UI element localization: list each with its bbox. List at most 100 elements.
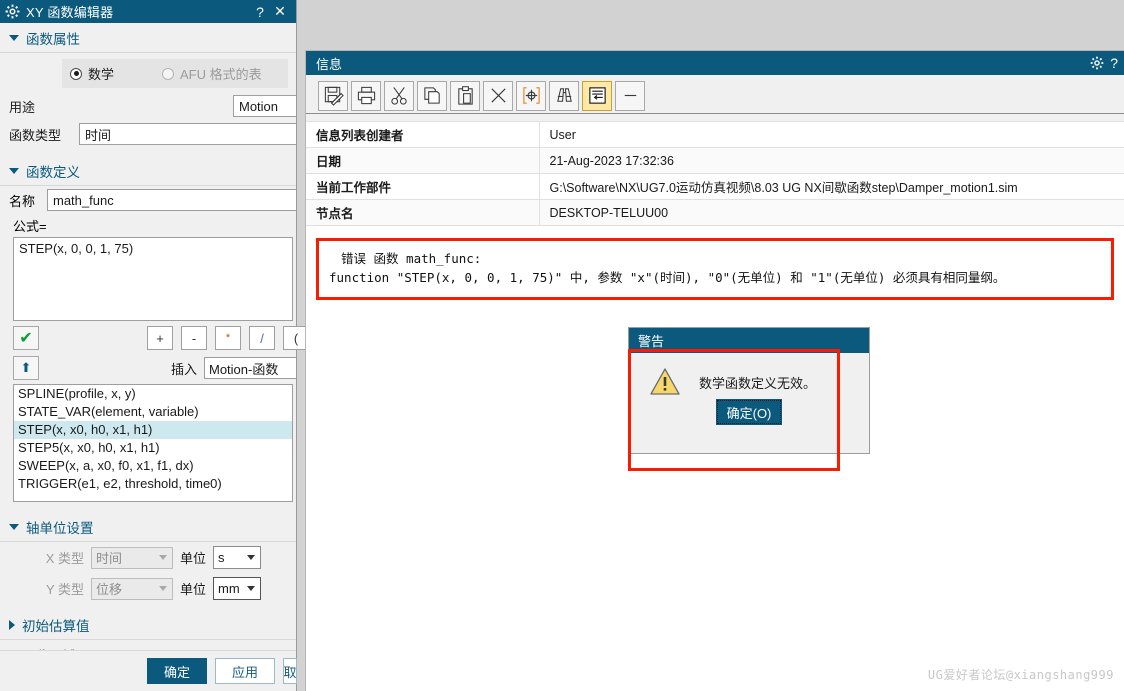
find-binoculars-icon[interactable] [549, 80, 579, 111]
validate-formula-button[interactable]: ✔ [13, 326, 39, 350]
warning-dialog-titlebar: 警告 [629, 328, 869, 353]
watermark: UG爱好者论坛@xiangshang999 [927, 668, 1114, 682]
insert-up-button[interactable]: ⬆ [13, 356, 39, 380]
operator-minus-button[interactable]: - [181, 326, 207, 350]
meta-key: 节点名 [306, 199, 540, 226]
section-initial-estimate[interactable]: 初始估算值 [0, 610, 296, 640]
name-input[interactable]: math_func [47, 189, 296, 211]
information-toolbar [306, 75, 1124, 113]
function-list[interactable]: SPLINE(profile, x, y) STATE_VAR(element,… [13, 384, 293, 502]
copy-icon[interactable] [417, 80, 447, 111]
purpose-label: 用途 [9, 99, 36, 115]
meta-value: DESKTOP-TELUU00 [539, 199, 1124, 226]
gear-icon[interactable] [1090, 56, 1104, 70]
xy-function-editor-window: XY 函数编辑器 ? ✕ 函数属性 数学 AFU 格式的表 用途 Motion … [0, 0, 309, 691]
function-type-radio-group: 数学 AFU 格式的表 [62, 59, 288, 88]
gear-icon [5, 4, 20, 19]
x-type-label: X 类型 [45, 551, 84, 566]
chevron-down-icon [159, 555, 167, 560]
section-initial-estimate-label: 初始估算值 [22, 619, 90, 634]
radio-math-label: 数学 [88, 67, 115, 82]
apply-button[interactable]: 应用 [215, 658, 275, 684]
meta-value: G:\Software\NX\UG7.0运动仿真视频\8.03 UG NX间歇函… [539, 173, 1124, 200]
section-function-properties-label: 函数属性 [26, 32, 80, 47]
y-type-select: 位移 [91, 577, 173, 600]
radio-dot-icon [70, 67, 82, 80]
section-axis-unit-settings-label: 轴单位设置 [26, 521, 94, 536]
help-button[interactable]: ? [250, 4, 270, 20]
error-line-2: function "STEP(x, 0, 0, 1, 75)" 中, 参数 "x… [329, 270, 1006, 285]
operator-divide-button[interactable]: / [249, 326, 275, 350]
information-titlebar: 信息 ? [306, 51, 1124, 75]
purpose-combo[interactable]: Motion [233, 95, 296, 117]
chevron-down-icon [9, 35, 19, 41]
warning-ok-button[interactable]: 确定(O) [716, 399, 782, 425]
formula-textarea[interactable]: STEP(x, 0, 0, 1, 75) [13, 237, 293, 321]
operator-multiply-button[interactable]: * [215, 326, 241, 350]
check-icon: ✔ [19, 330, 33, 347]
function-definition-panel: 名称 math_func 公式= STEP(x, 0, 0, 1, 75) ✔ … [0, 186, 309, 512]
operator-button-row: ✔ + - * / ( [0, 321, 309, 354]
operator-plus-button[interactable]: + [147, 326, 173, 350]
purpose-row: 用途 Motion [0, 92, 296, 120]
table-row: 日期 21-Aug-2023 17:32:36 [306, 147, 1124, 174]
help-button[interactable]: ? [1110, 55, 1118, 71]
paste-icon[interactable] [450, 80, 480, 111]
x-type-select: 时间 [91, 546, 173, 569]
list-item[interactable]: STEP5(x, x0, h0, x1, h1) [14, 439, 292, 457]
cut-icon[interactable] [384, 80, 414, 111]
error-message-box: 错误 函数 math_func: function "STEP(x, 0, 0,… [316, 238, 1114, 300]
close-button[interactable]: ✕ [270, 3, 290, 20]
information-meta-table: 信息列表创建者 User 日期 21-Aug-2023 17:32:36 当前工… [306, 122, 1124, 226]
table-row: 信息列表创建者 User [306, 122, 1124, 148]
delete-icon[interactable] [483, 80, 513, 111]
meta-key: 当前工作部件 [306, 173, 540, 200]
function-type-label: 函数类型 [9, 127, 62, 143]
select-target-icon[interactable] [516, 80, 546, 111]
meta-value: 21-Aug-2023 17:32:36 [539, 147, 1124, 174]
section-axis-unit-settings[interactable]: 轴单位设置 [0, 512, 296, 542]
meta-key: 信息列表创建者 [306, 122, 540, 148]
warning-dialog: 警告 数学函数定义无效。 确定(O) [628, 327, 870, 454]
x-unit-label: 单位 [180, 551, 207, 566]
error-message-wrapper: 错误 函数 math_func: function "STEP(x, 0, 0,… [316, 238, 1114, 300]
word-wrap-icon[interactable] [582, 80, 612, 111]
save-as-icon[interactable] [318, 80, 348, 111]
function-type-combo[interactable]: 时间 [79, 123, 296, 145]
radio-dot-icon [162, 67, 175, 80]
radio-afu-table: AFU 格式的表 [162, 64, 262, 83]
list-item[interactable]: SWEEP(x, a, x0, f0, x1, f1, dx) [14, 457, 292, 475]
axis-unit-panel: X 类型 时间 单位 s Y 类型 位移 单位 mm [0, 542, 296, 610]
x-type-value: 时间 [96, 551, 123, 566]
name-label: 名称 [9, 193, 36, 209]
ok-button[interactable]: 确定 [147, 658, 207, 684]
function-type-row: 函数类型 时间 [0, 120, 296, 148]
meta-key: 日期 [306, 147, 540, 174]
list-item[interactable]: TRIGGER(e1, e2, threshold, time0) [14, 475, 292, 493]
chevron-down-icon [9, 168, 19, 174]
chevron-down-icon [9, 524, 19, 530]
meta-value: User [539, 122, 1124, 148]
section-function-definition-label: 函数定义 [26, 165, 80, 180]
minimize-icon[interactable] [615, 80, 645, 111]
x-axis-row: X 类型 时间 单位 s [0, 542, 296, 573]
y-type-value: 位移 [96, 582, 123, 597]
section-function-definition[interactable]: 函数定义 [0, 156, 296, 186]
section-function-properties[interactable]: 函数属性 [0, 23, 296, 53]
print-icon[interactable] [351, 80, 381, 111]
insert-category-combo[interactable]: Motion-函数 [204, 357, 296, 379]
list-item[interactable]: SPLINE(profile, x, y) [14, 385, 292, 403]
radio-math[interactable]: 数学 [70, 64, 114, 83]
y-unit-label: 单位 [180, 582, 207, 597]
list-item[interactable]: STATE_VAR(element, variable) [14, 403, 292, 421]
y-unit-select[interactable]: mm [213, 577, 262, 600]
xy-editor-title: XY 函数编辑器 [26, 5, 114, 20]
x-unit-select[interactable]: s [213, 546, 262, 569]
information-title: 信息 [316, 56, 343, 72]
screen: XY 函数编辑器 ? ✕ 函数属性 数学 AFU 格式的表 用途 Motion … [0, 0, 1124, 691]
insert-label: 插入 [170, 361, 197, 377]
cancel-button[interactable]: 取 [283, 658, 297, 684]
list-item[interactable]: STEP(x, x0, h0, x1, h1) [14, 421, 292, 439]
warning-dialog-title: 警告 [638, 334, 665, 349]
y-unit-value: mm [218, 581, 240, 596]
